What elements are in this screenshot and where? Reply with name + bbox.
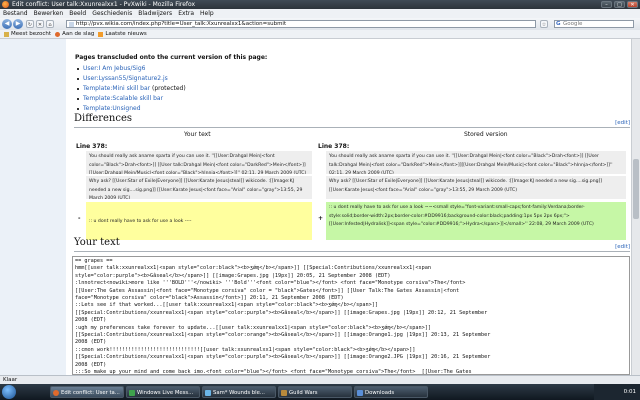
forward-arrow-icon[interactable]: ▶ <box>13 19 23 29</box>
taskbar-item-downloads[interactable]: Downloads <box>354 386 428 398</box>
window-title-bar[interactable]: Edit conflict: User talk:Xxunrealxx1 - P… <box>0 0 640 9</box>
your-text-title: Your text <box>74 237 120 248</box>
taskbar-item-messenger[interactable]: Windows Live Mess... <box>126 386 200 398</box>
rss-icon <box>98 31 104 37</box>
taskbar-item-label: Downloads <box>365 390 395 396</box>
left-line-label: Line 378: <box>76 143 108 150</box>
address-url: http://pvx.wikia.com/index.php?title=Use… <box>76 21 287 27</box>
transcluded-link[interactable]: Template:Mini skill bar <box>83 85 150 92</box>
guild-wars-icon <box>281 390 287 396</box>
chat-icon <box>205 390 211 396</box>
site-favicon-icon <box>69 22 74 27</box>
maximize-button[interactable]: □ <box>614 1 625 8</box>
transcluded-link[interactable]: Template:Unsigned <box>83 105 141 112</box>
diff-context-right-2: Why ask? [[User:Star of Exile|Everyone]]… <box>326 176 626 199</box>
reload-icon[interactable]: ↻ <box>26 20 34 28</box>
menu-bestand[interactable]: Bestand <box>0 9 31 18</box>
wikitext-content: == grapes == hmm[[user talk:xxunrealxx1|… <box>75 258 491 375</box>
scrollbar-thumb[interactable] <box>633 159 639 219</box>
bookmark-star-icon[interactable]: ☆ <box>540 20 548 28</box>
search-placeholder: Google <box>563 21 583 27</box>
browser-viewport: Pages transcluded onto the current versi… <box>0 39 640 375</box>
search-input[interactable]: G Google <box>554 20 634 28</box>
address-bar[interactable]: http://pvx.wikia.com/index.php?title=Use… <box>66 20 536 28</box>
menu-extra[interactable]: Extra <box>175 9 197 18</box>
firefox-icon <box>55 31 61 37</box>
minimize-button[interactable]: – <box>601 1 612 8</box>
taskbar-item-label: Windows Live Mess... <box>137 390 194 396</box>
window-title: Edit conflict: User talk:Xxunrealxx1 - P… <box>12 1 196 8</box>
taskbar-item-label: Edit conflict: User ta... <box>61 390 120 396</box>
menu-beeld[interactable]: Beeld <box>66 9 89 18</box>
bookmark-label: Meest bezocht <box>11 31 52 37</box>
messenger-icon <box>129 390 135 396</box>
bookmark-label: Laatste nieuws <box>105 31 147 37</box>
stored-version-column-header: Stored version <box>464 131 508 138</box>
windows-taskbar: Edit conflict: User ta... Windows Live M… <box>0 384 640 400</box>
your-text-edit-link[interactable]: [edit] <box>615 244 630 250</box>
close-button[interactable]: ✕ <box>627 1 638 8</box>
taskbar-item-label: Guild Wars <box>289 390 318 396</box>
menu-help[interactable]: Help <box>197 9 217 18</box>
transcluded-title: Pages transcluded onto the current versi… <box>75 54 268 61</box>
right-line-label: Line 378: <box>318 143 350 150</box>
transcluded-link[interactable]: User:I Am Jebus/Sig6 <box>83 65 145 72</box>
list-item: User:Lyssan55/Signature2.js <box>75 74 186 84</box>
wikitext-textarea[interactable]: == grapes == hmm[[user talk:xxunrealxx1|… <box>72 256 630 375</box>
stop-icon[interactable]: ✕ <box>36 20 44 28</box>
firefox-icon <box>2 1 9 8</box>
transcluded-link[interactable]: User:Lyssan55/Signature2.js <box>83 75 168 82</box>
diff-context-left-2: Why ask? [[User:Star of Exile|Everyone]]… <box>86 176 312 199</box>
your-text-heading: Your text [edit] <box>74 237 630 252</box>
diff-context-left-1: You should really ask aname sparta if yo… <box>86 151 312 174</box>
home-icon[interactable]: ⌂ <box>46 20 54 28</box>
bookmark-getting-started[interactable]: Aan de slag <box>55 30 94 38</box>
diff-added-marker: + <box>318 215 324 222</box>
diff-context-right-1: You should really ask aname sparta if yo… <box>326 151 626 174</box>
diff-added-line: :: u dont really have to ask for use a l… <box>326 202 626 240</box>
bookmarks-toolbar: Meest bezocht Aan de slag Laatste nieuws <box>0 30 640 39</box>
system-tray: 0:01 <box>594 384 640 400</box>
firefox-icon <box>53 390 59 396</box>
wiki-page: Pages transcluded onto the current versi… <box>72 39 630 375</box>
vertical-scrollbar[interactable] <box>631 39 640 375</box>
transcluded-link[interactable]: Template:Scalable skill bar <box>83 95 163 102</box>
diff-deleted-marker: - <box>78 215 81 222</box>
transcluded-list: User:I Am Jebus/Sig6 User:Lyssan55/Signa… <box>75 64 186 114</box>
list-item: Template:Scalable skill bar <box>75 94 186 104</box>
wiki-sidebar <box>0 39 66 375</box>
your-text-column-header: Your text <box>184 131 211 138</box>
list-item: User:I Am Jebus/Sig6 <box>75 64 186 74</box>
bookmark-most-visited[interactable]: Meest bezocht <box>4 30 51 38</box>
taskbar-item-guild-wars[interactable]: Guild Wars <box>278 386 352 398</box>
clock[interactable]: 0:01 <box>624 389 636 395</box>
start-button[interactable] <box>2 385 16 399</box>
menu-geschiedenis[interactable]: Geschiedenis <box>89 9 135 18</box>
differences-heading: Differences [edit] <box>74 113 630 128</box>
downloads-icon <box>357 390 363 396</box>
differences-edit-link[interactable]: [edit] <box>615 120 630 126</box>
list-item: Template:Mini skill bar (protected) <box>75 84 186 94</box>
back-arrow-icon[interactable]: ◀ <box>2 19 12 29</box>
window-controls: – □ ✕ <box>601 1 638 8</box>
diff-deleted-line: :: u dont really have to ask for use a l… <box>86 202 312 240</box>
google-icon: G <box>556 21 561 27</box>
menu-bladwijzers[interactable]: Bladwijzers <box>135 9 175 18</box>
differences-title: Differences <box>74 113 133 124</box>
taskbar-item-chat[interactable]: Sam* Wounds ble... <box>202 386 276 398</box>
menu-bewerken[interactable]: Bewerken <box>31 9 67 18</box>
folder-icon <box>4 31 9 37</box>
bookmark-latest-news[interactable]: Laatste nieuws <box>98 30 147 38</box>
taskbar-item-firefox[interactable]: Edit conflict: User ta... <box>50 386 124 398</box>
transcluded-note: (protected) <box>150 85 186 92</box>
bookmark-label: Aan de slag <box>62 31 95 37</box>
taskbar-item-label: Sam* Wounds ble... <box>213 390 265 396</box>
